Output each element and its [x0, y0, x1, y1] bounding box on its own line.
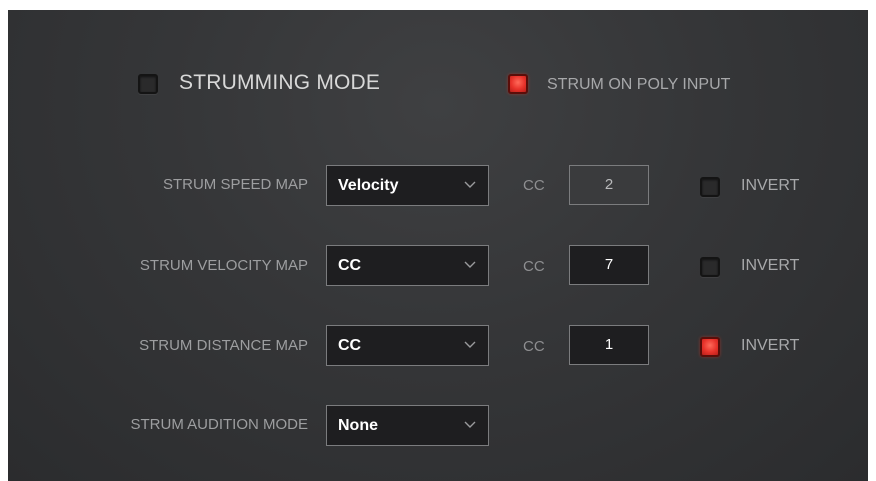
dropdown-selected-value: None: [338, 417, 378, 434]
strum-speed-map-dropdown[interactable]: Velocity: [326, 165, 489, 206]
chevron-down-icon: [464, 341, 476, 348]
strum-velocity-map-dropdown[interactable]: CC: [326, 245, 489, 286]
strum-speed-invert-label: INVERT: [741, 177, 800, 194]
strum-velocity-invert-checkbox[interactable]: [700, 257, 720, 277]
strum-velocity-cc-input[interactable]: 7: [569, 245, 649, 285]
strum-distance-cc-input[interactable]: 1: [569, 325, 649, 365]
strum-speed-cc-input[interactable]: 2: [569, 165, 649, 205]
strumming-mode-checkbox[interactable]: [138, 74, 158, 94]
strum-audition-mode-label: STRUM AUDITION MODE: [130, 416, 308, 433]
strum-velocity-map-label: STRUM VELOCITY MAP: [139, 257, 308, 274]
cc-label: CC: [523, 338, 545, 355]
strum-distance-invert-checkbox[interactable]: [700, 337, 720, 357]
strum-distance-invert-label: INVERT: [741, 337, 800, 354]
strum-on-poly-input-label: STRUM ON POLY INPUT: [547, 76, 731, 93]
strum-speed-map-label: STRUM SPEED MAP: [162, 176, 308, 193]
strumming-settings-panel: STRUMMING MODE STRUM ON POLY INPUT STRUM…: [8, 10, 868, 481]
strum-velocity-invert-label: INVERT: [741, 257, 800, 274]
strumming-mode-label: STRUMMING MODE: [179, 71, 381, 94]
dropdown-selected-value: Velocity: [338, 177, 399, 194]
dropdown-selected-value: CC: [338, 337, 362, 354]
chevron-down-icon: [464, 181, 476, 188]
cc-label: CC: [523, 177, 545, 194]
cc-label: CC: [523, 258, 545, 275]
chevron-down-icon: [464, 261, 476, 268]
dropdown-selected-value: CC: [338, 257, 362, 274]
strum-audition-mode-dropdown[interactable]: None: [326, 405, 489, 446]
strum-distance-map-label: STRUM DISTANCE MAP: [139, 337, 308, 354]
strum-distance-map-dropdown[interactable]: CC: [326, 325, 489, 366]
strum-speed-invert-checkbox[interactable]: [700, 177, 720, 197]
strum-on-poly-input-checkbox[interactable]: [508, 74, 528, 94]
chevron-down-icon: [464, 421, 476, 428]
